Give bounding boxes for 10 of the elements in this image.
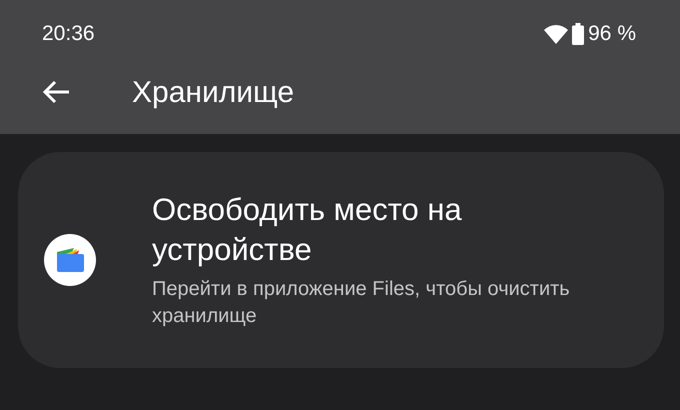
battery-icon bbox=[572, 23, 584, 45]
free-space-card[interactable]: Освободить место на устройстве Перейти в приложение Files, чтобы очистить хранилище bbox=[18, 152, 664, 368]
card-subtitle: Перейти в приложение Files, чтобы очистить хранилище bbox=[152, 277, 571, 329]
status-time: 20:36 bbox=[42, 21, 95, 48]
files-app-icon bbox=[44, 234, 96, 286]
wifi-icon bbox=[544, 24, 568, 44]
card-title: Освободить место на устройстве bbox=[152, 191, 463, 269]
battery-percent: 96 % bbox=[588, 21, 636, 48]
page-title: Хранилище bbox=[132, 74, 294, 110]
back-arrow-icon[interactable] bbox=[42, 80, 70, 104]
